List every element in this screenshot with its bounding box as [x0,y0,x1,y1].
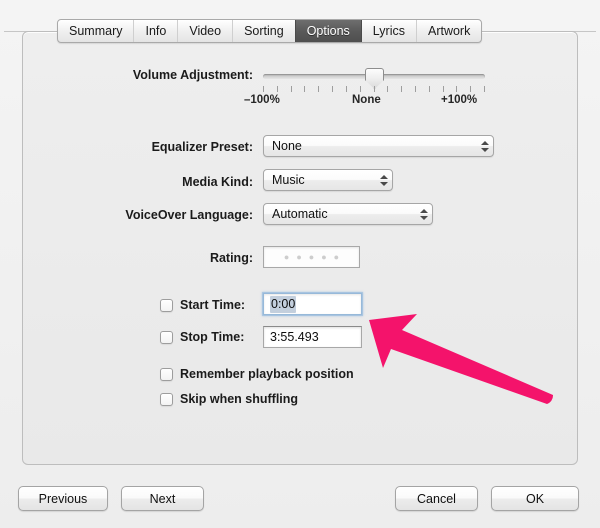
star-icon[interactable]: ● [296,252,301,262]
chevron-updown-icon [379,172,388,188]
star-icon[interactable]: ● [334,252,339,262]
tab-options-label: Options [306,24,350,38]
tab-lyrics[interactable]: Lyrics [362,20,417,42]
tab-sorting-label: Sorting [244,24,284,38]
slider-min-label: –100% [244,94,280,106]
slider-tick [456,86,458,92]
tab-options[interactable]: Options [295,20,362,42]
slider-tick [442,86,444,92]
slider-tick [345,86,347,92]
stop-time-field[interactable]: 3:55.493 [263,326,362,348]
voiceover-language-label: VoiceOver Language: [125,208,253,222]
tab-info[interactable]: Info [134,20,179,42]
skip-when-shuffling-checkbox[interactable] [160,392,173,406]
equalizer-preset-value: None [272,139,302,153]
star-icon[interactable]: ● [284,252,289,262]
start-time-checkbox[interactable] [160,298,173,312]
tab-summary-label: Summary [69,24,123,38]
rating-label: Rating: [209,251,253,265]
previous-button[interactable]: Previous [18,486,108,511]
star-icon[interactable]: ● [309,252,314,262]
media-kind-select[interactable]: Music [263,169,393,191]
ok-button[interactable]: OK [491,486,579,511]
slider-tick [332,86,334,92]
slider-tick [359,86,361,92]
chevron-updown-icon [419,206,428,222]
slider-tick [387,86,389,92]
tab-lyrics-label: Lyrics [372,24,405,38]
tab-video[interactable]: Video [178,20,234,42]
start-time-field[interactable]: 0:00 [262,292,363,316]
slider-tick [318,86,320,92]
song-info-dialog: Summary Info Video Sorting Options Lyric… [0,0,600,528]
tab-video-label: Video [189,24,222,38]
stop-time-label: Stop Time: [180,330,245,344]
slider-tick [276,86,278,92]
volume-adjustment-slider[interactable] [263,68,485,89]
slider-tick [401,86,403,92]
previous-button-label: Previous [38,491,88,506]
slider-max-label: +100% [441,94,478,106]
slider-tick [428,86,430,92]
chevron-updown-icon [480,138,489,154]
slider-tick-marks [263,86,485,93]
star-icon[interactable]: ● [321,252,326,262]
remember-playback-position-checkbox[interactable] [160,367,173,381]
volume-adjustment-label: Volume Adjustment: [132,68,253,82]
slider-tick [263,86,264,92]
slider-tick [470,86,472,92]
stop-time-value: 3:55.493 [270,330,319,344]
slider-tick [373,86,375,92]
slider-tick [484,86,485,92]
tab-artwork[interactable]: Artwork [417,20,481,42]
tab-info-label: Info [145,24,167,38]
rating-stars-field[interactable]: ● ● ● ● ● [263,246,360,268]
next-button[interactable]: Next [121,486,204,511]
tab-summary[interactable]: Summary [58,20,135,42]
tab-sorting[interactable]: Sorting [233,20,296,42]
next-button-label: Next [149,491,176,506]
media-kind-value: Music [272,173,305,187]
tab-artwork-label: Artwork [427,24,471,38]
slider-tick [290,86,292,92]
voiceover-language-select[interactable]: Automatic [263,203,433,225]
slider-tick [414,86,416,92]
start-time-label: Start Time: [180,298,246,312]
stop-time-checkbox[interactable] [160,330,173,344]
cancel-button-label: Cancel [417,491,456,506]
tab-bar: Summary Info Video Sorting Options Lyric… [57,19,483,43]
equalizer-preset-label: Equalizer Preset: [151,140,253,154]
remember-playback-position-row[interactable]: Remember playback position [160,367,354,381]
voiceover-language-value: Automatic [272,207,328,221]
skip-when-shuffling-label: Skip when shuffling [180,392,299,406]
media-kind-label: Media Kind: [182,175,253,189]
slider-tick [304,86,306,92]
remember-playback-position-label: Remember playback position [180,367,354,381]
cancel-button[interactable]: Cancel [395,486,478,511]
skip-when-shuffling-row[interactable]: Skip when shuffling [160,392,298,406]
start-time-value: 0:00 [270,295,297,313]
stop-time-row: Stop Time: [160,330,244,344]
slider-mid-label: None [352,94,381,106]
ok-button-label: OK [525,491,545,506]
equalizer-preset-select[interactable]: None [263,135,494,157]
start-time-row: Start Time: [160,298,245,312]
